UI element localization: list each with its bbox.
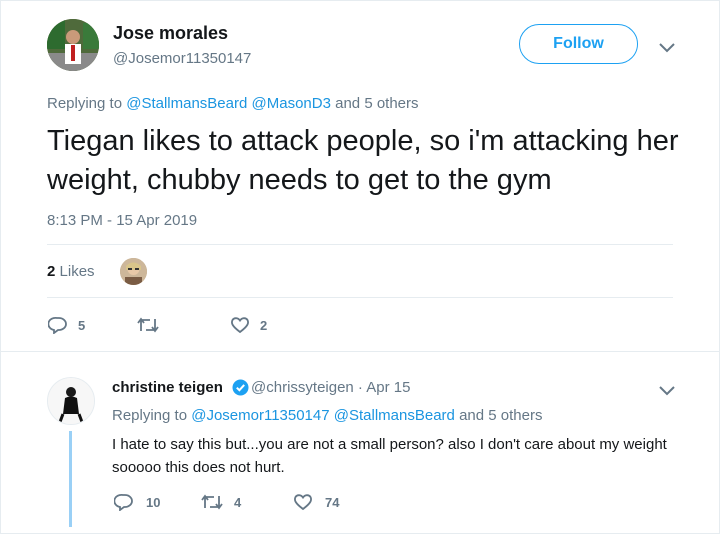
replying-suffix[interactable]: and 5 others	[335, 95, 418, 112]
like-count: 74	[325, 494, 340, 510]
like-count: 2	[260, 317, 268, 333]
author-name[interactable]: Jose morales	[113, 23, 228, 44]
reply-button[interactable]: 10	[114, 493, 160, 511]
chevron-down-icon[interactable]	[658, 384, 676, 396]
replying-prefix: Replying to	[112, 407, 188, 424]
divider	[47, 297, 673, 298]
chevron-down-icon[interactable]	[658, 41, 676, 53]
reply-author-handle[interactable]: @chrissyteigen · Apr 15	[251, 379, 410, 396]
mention-link[interactable]: @MasonD3	[252, 95, 331, 112]
liker-avatar[interactable]	[120, 258, 147, 285]
retweet-button[interactable]	[136, 317, 168, 333]
replying-to-line: Replying to @Josemor11350147 @StallmansB…	[112, 407, 542, 424]
like-button[interactable]: 74	[293, 493, 339, 511]
mention-link[interactable]: @Josemor11350147	[191, 407, 329, 424]
retweet-button[interactable]: 4	[200, 494, 241, 510]
likes-summary[interactable]: 2 Likes	[47, 263, 95, 280]
reply-icon	[48, 316, 68, 334]
author-avatar[interactable]	[47, 19, 99, 71]
reply-author-avatar[interactable]	[47, 377, 95, 425]
likes-count: 2	[47, 263, 56, 280]
reply-text: I hate to say this but...you are not a s…	[112, 436, 667, 476]
mention-link[interactable]: @StallmansBeard	[126, 95, 247, 112]
reply-count: 10	[146, 494, 161, 510]
tweet-text: Tiegan likes to attack people, so i'm at…	[47, 125, 679, 196]
likes-label: Likes	[59, 263, 95, 280]
verified-badge-icon	[232, 379, 249, 396]
divider	[47, 244, 673, 245]
reply-count: 5	[78, 317, 86, 333]
reply-icon	[114, 493, 134, 511]
mention-link[interactable]: @StallmansBeard	[334, 407, 455, 424]
replying-suffix[interactable]: and 5 others	[459, 407, 542, 424]
divider	[1, 351, 720, 352]
like-button[interactable]: 2	[230, 316, 267, 334]
retweet-icon	[200, 494, 224, 510]
retweet-icon	[136, 317, 160, 333]
heart-icon	[230, 316, 250, 334]
replying-prefix: Replying to	[47, 95, 123, 112]
reply-button[interactable]: 5	[48, 316, 85, 334]
heart-icon	[293, 493, 313, 511]
replying-to-line: Replying to @StallmansBeard @MasonD3 and…	[47, 95, 419, 112]
reply-author-name[interactable]: christine teigen	[112, 379, 223, 396]
retweet-count: 4	[234, 494, 242, 510]
thread-line	[69, 431, 72, 527]
follow-button[interactable]: Follow	[519, 24, 638, 64]
author-handle[interactable]: @Josemor11350147	[113, 50, 251, 67]
tweet-timestamp[interactable]: 8:13 PM - 15 Apr 2019	[47, 212, 197, 229]
